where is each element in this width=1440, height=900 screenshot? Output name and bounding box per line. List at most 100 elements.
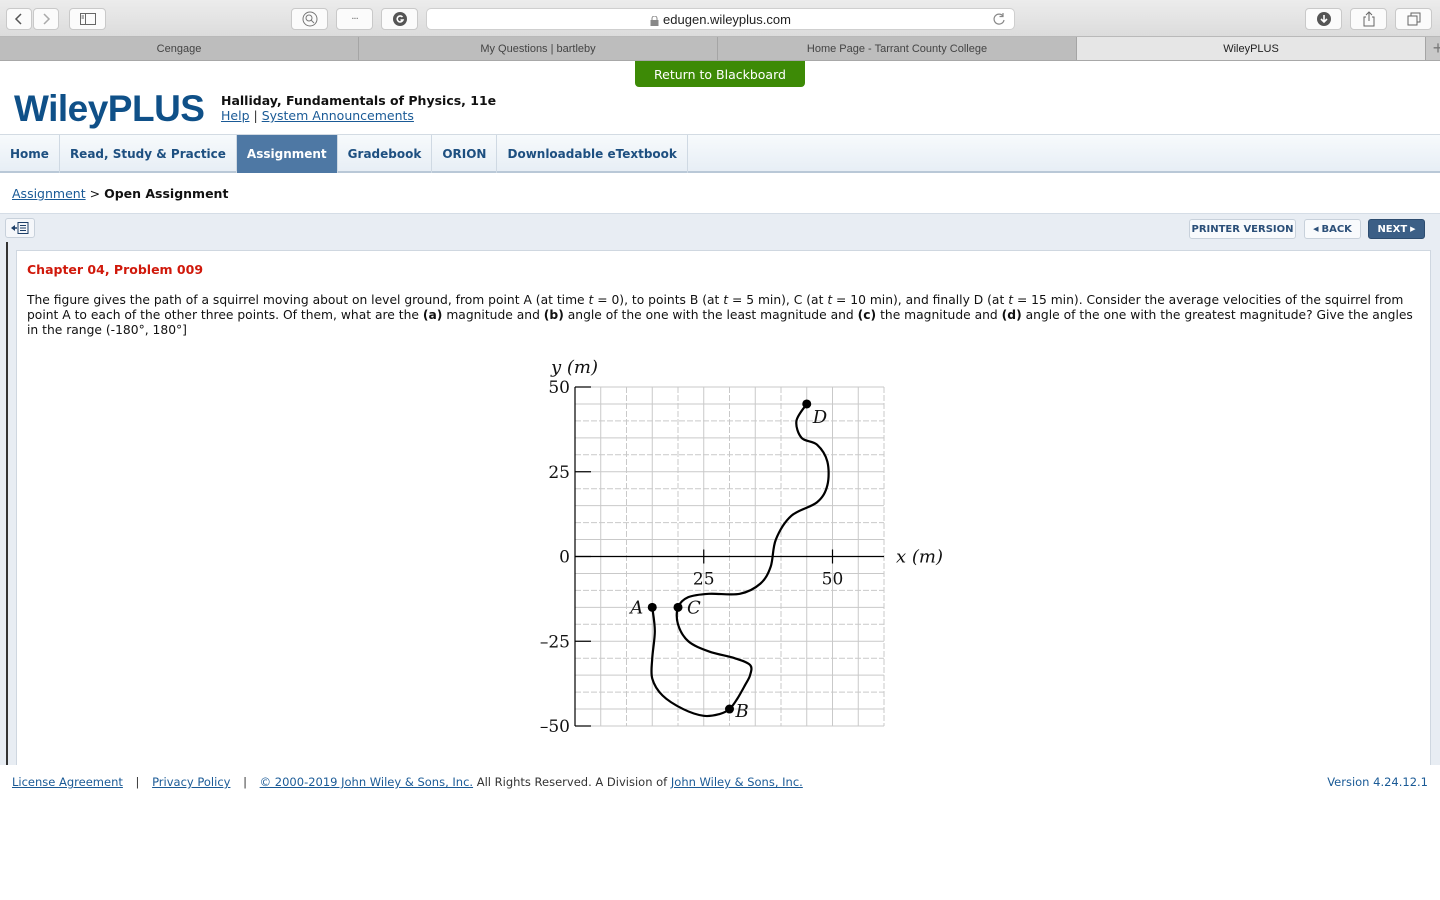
footer: License Agreement | Privacy Policy | © 2…	[12, 775, 803, 789]
printer-version-button[interactable]: PRINTER VERSION	[1189, 219, 1296, 239]
problem-text-segment: The figure gives the path of a squirrel …	[27, 293, 589, 307]
chevron-left-icon	[14, 13, 22, 25]
action-bar: PRINTER VERSION ◀ BACK NEXT ▶	[0, 213, 1440, 242]
copyright-link[interactable]: © 2000-2019 John Wiley & Sons, Inc.	[260, 775, 473, 789]
tab-label: Home Page - Tarrant County College	[806, 42, 988, 55]
course-title: Halliday, Fundamentals of Physics, 11e	[221, 93, 497, 108]
sidebar-toggle-button[interactable]	[69, 8, 106, 30]
wileyplus-logo: WileyPLUS	[14, 88, 205, 129]
problem-text-segment: magnitude and	[442, 308, 544, 322]
grammarly-button[interactable]	[381, 8, 418, 30]
nav-gradebook[interactable]: Gradebook	[338, 135, 433, 173]
breadcrumb-current: Open Assignment	[104, 186, 229, 201]
collapse-list-icon	[11, 222, 29, 234]
tab-tarrant[interactable]: Home Page - Tarrant County College	[718, 37, 1077, 60]
problem-title: Chapter 04, Problem 009	[27, 262, 204, 277]
point-d	[802, 399, 812, 409]
forward-nav-button[interactable]	[33, 8, 59, 30]
y-tick-label: –25	[540, 632, 570, 652]
problem-statement: The figure gives the path of a squirrel …	[27, 293, 1422, 338]
nav-downloadable-etextbook[interactable]: Downloadable eTextbook	[497, 135, 688, 173]
x-axis-label: x (m)	[896, 547, 943, 568]
x-tick-label: 50	[822, 570, 844, 590]
part-label: (b)	[543, 308, 564, 322]
problem-text-segment: = 5 min), C (at	[728, 293, 828, 307]
privacy-report-button[interactable]	[291, 8, 328, 30]
y-tick-label: 25	[548, 463, 570, 483]
version-text: Version 4.24.12.1	[1327, 775, 1428, 789]
download-icon	[1316, 12, 1331, 26]
chevron-right-icon	[43, 13, 51, 25]
sidebar-icon	[79, 13, 96, 25]
squirrel-path-figure: 50 25 0 –25 –50 25 50 y (m) x (m) A B C D	[513, 349, 953, 745]
point-b	[725, 704, 734, 714]
tab-label: WileyPLUS	[1223, 42, 1279, 55]
collapse-panel-button[interactable]	[5, 218, 35, 238]
address-bar[interactable]: edugen.wileyplus.com	[426, 8, 1015, 30]
help-link[interactable]: Help	[221, 108, 250, 123]
tab-strip: Cengage My Questions | bartleby Home Pag…	[0, 37, 1440, 61]
nav-orion[interactable]: ORION	[432, 135, 498, 173]
more-button[interactable]: ···	[336, 8, 373, 30]
wiley-division-link[interactable]: John Wiley & Sons, Inc.	[671, 775, 803, 789]
problem-text-segment: = 10 min), and finally D (at	[832, 293, 1009, 307]
left-panel-edge	[0, 242, 8, 765]
nav-assignment[interactable]: Assignment	[236, 135, 338, 173]
url-text: edugen.wileyplus.com	[663, 11, 791, 27]
breadcrumb-separator: >	[89, 186, 101, 201]
help-separator: |	[253, 108, 258, 123]
tab-label: My Questions | bartleby	[480, 42, 596, 55]
downloads-button[interactable]	[1305, 8, 1342, 30]
problem-panel: Chapter 04, Problem 009 The figure gives…	[16, 250, 1431, 765]
new-tab-button[interactable]: +	[1426, 37, 1440, 60]
plus-icon: +	[1432, 38, 1440, 58]
tab-label: Cengage	[156, 42, 202, 55]
breadcrumb: Assignment > Open Assignment	[12, 186, 228, 201]
nav-read-study-practice[interactable]: Read, Study & Practice	[60, 135, 237, 173]
caret-right-icon: ▶	[1410, 225, 1416, 233]
content-area: Chapter 04, Problem 009 The figure gives…	[8, 242, 1440, 765]
back-button[interactable]: ◀ BACK	[1304, 219, 1361, 239]
next-button[interactable]: NEXT ▶	[1368, 219, 1425, 239]
reload-icon[interactable]	[992, 12, 1006, 29]
share-icon	[1363, 11, 1374, 27]
more-icon: ···	[351, 13, 358, 25]
point-label-d: D	[812, 407, 828, 428]
point-label-c: C	[687, 597, 701, 618]
footer-separator: |	[135, 775, 140, 789]
main-nav: Home Read, Study & Practice Assignment G…	[0, 134, 1440, 173]
tab-bartleby[interactable]: My Questions | bartleby	[359, 37, 718, 60]
problem-text-segment: = 0), to points B (at	[593, 293, 724, 307]
back-label: BACK	[1321, 223, 1352, 235]
problem-text-segment: angle of the one with the least magnitud…	[563, 308, 858, 322]
nav-home[interactable]: Home	[0, 135, 60, 173]
grammarly-icon	[392, 12, 407, 26]
part-label: (d)	[1001, 308, 1022, 322]
return-to-blackboard-button[interactable]: Return to Blackboard	[635, 61, 805, 87]
x-tick-label: 25	[693, 570, 715, 590]
y-tick-label: 50	[548, 378, 570, 398]
y-tick-label: –50	[540, 717, 570, 737]
y-tick-label: 0	[559, 548, 570, 568]
back-nav-button[interactable]	[6, 8, 32, 30]
tab-cengage[interactable]: Cengage	[0, 37, 359, 60]
footer-separator: |	[243, 775, 247, 789]
system-announcements-link[interactable]: System Announcements	[262, 108, 414, 123]
part-label: (c)	[857, 308, 877, 322]
caret-left-icon: ◀	[1313, 225, 1319, 233]
tab-overview-button[interactable]	[1395, 8, 1432, 30]
point-label-a: A	[628, 597, 643, 618]
part-label: (a)	[422, 308, 443, 322]
point-c	[673, 602, 683, 612]
privacy-policy-link[interactable]: Privacy Policy	[152, 775, 230, 789]
next-label: NEXT	[1377, 223, 1408, 235]
rights-text: All Rights Reserved. A Division of	[473, 775, 671, 789]
y-axis-label: y (m)	[550, 357, 598, 378]
point-label-b: B	[735, 701, 749, 722]
tab-wileyplus[interactable]: WileyPLUS	[1077, 37, 1426, 60]
license-agreement-link[interactable]: License Agreement	[12, 775, 123, 789]
point-a	[647, 602, 657, 612]
breadcrumb-assignment-link[interactable]: Assignment	[12, 186, 86, 201]
share-button[interactable]	[1350, 8, 1387, 30]
problem-text-segment: the magnitude and	[876, 308, 1002, 322]
